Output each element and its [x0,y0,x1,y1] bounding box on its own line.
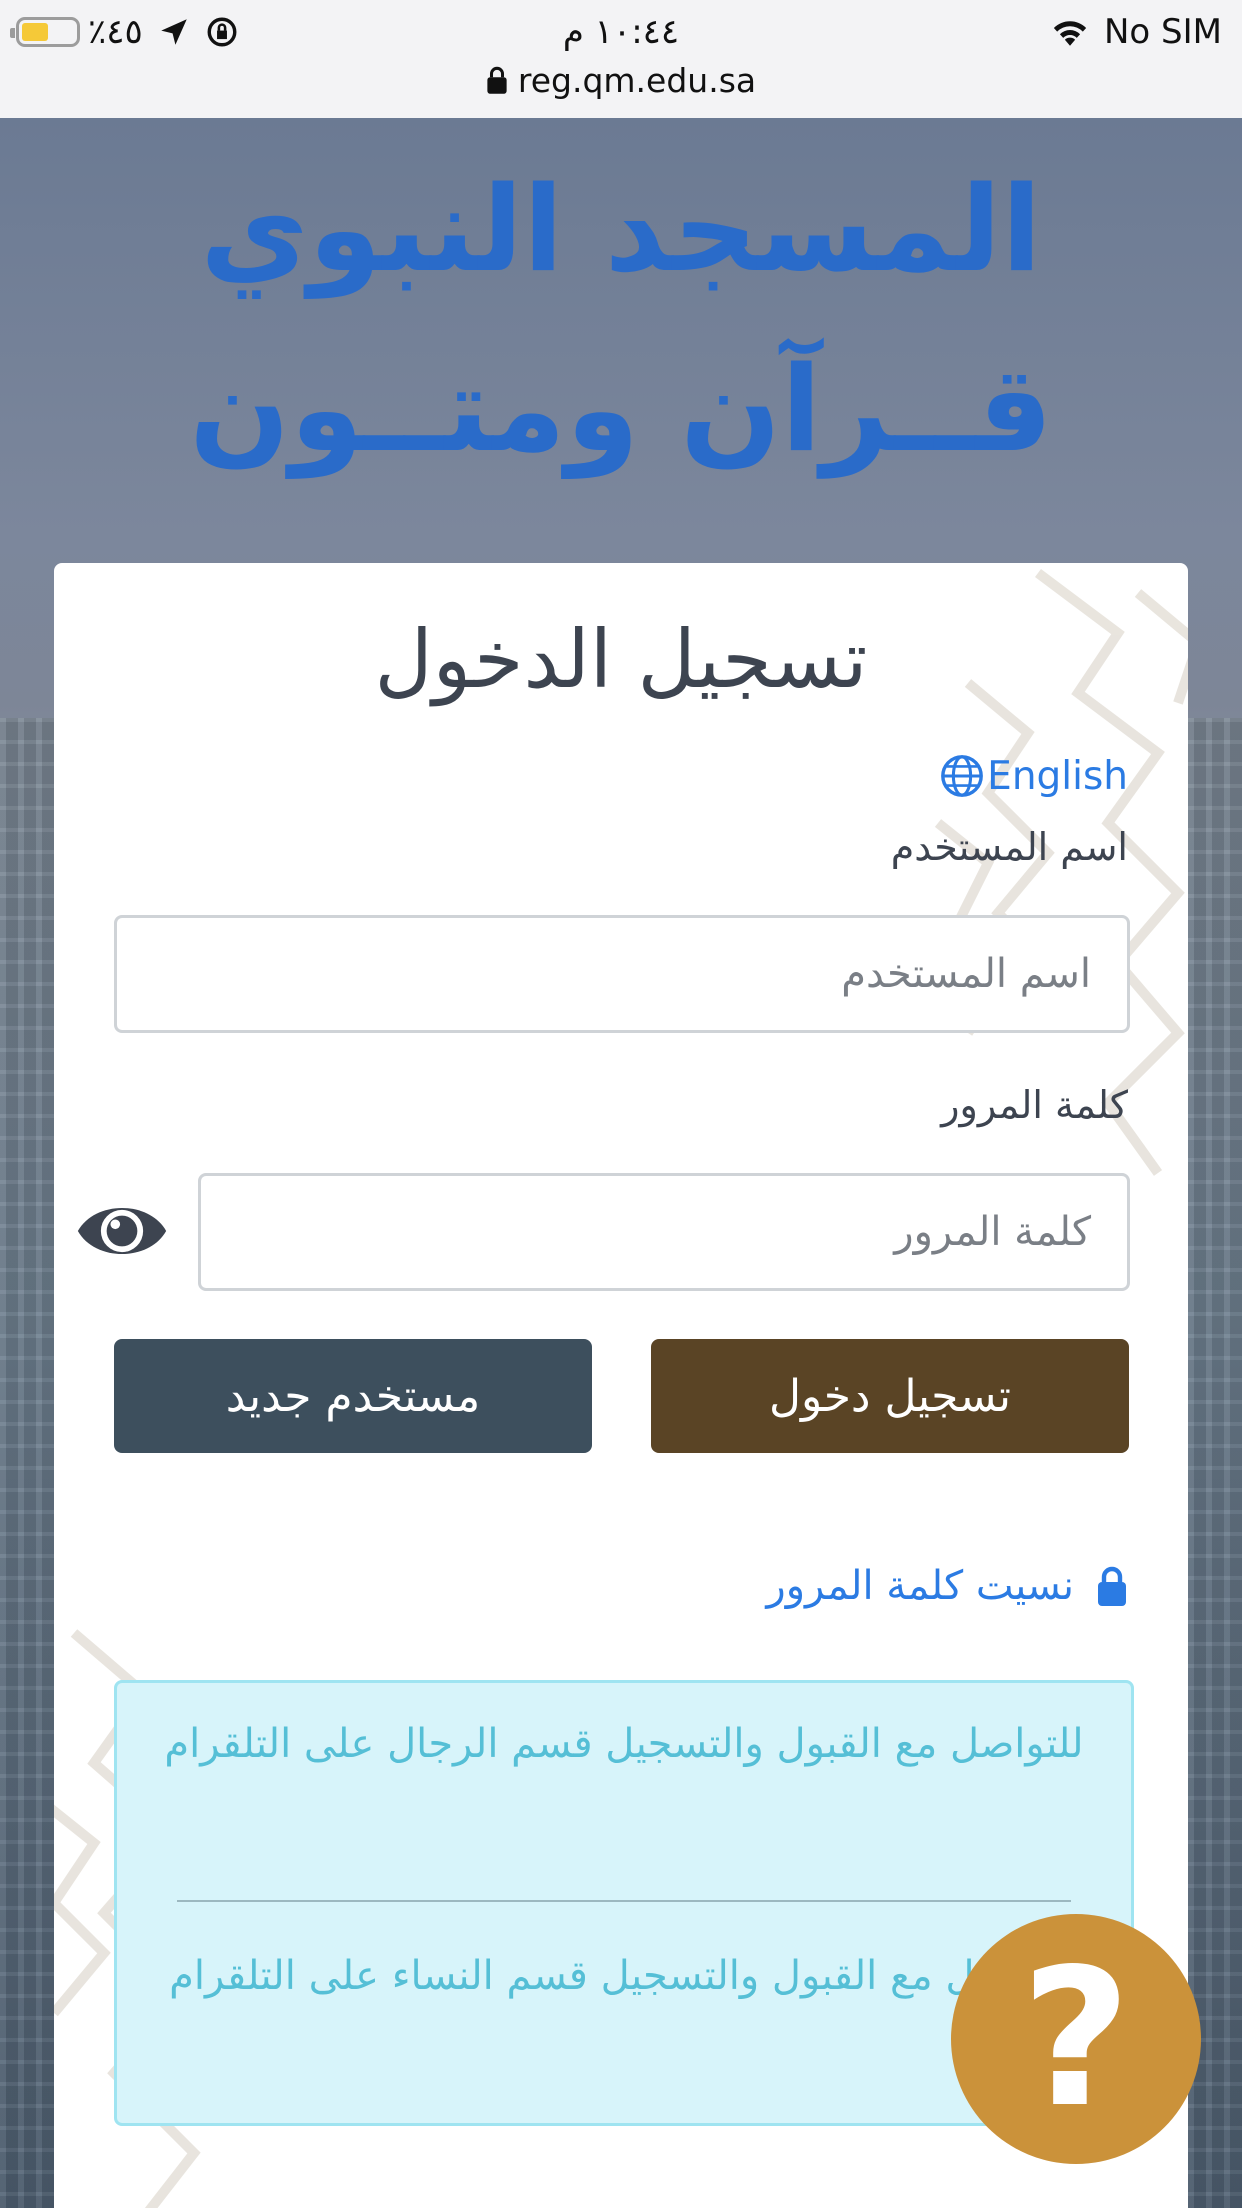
forgot-password-label: نسيت كلمة المرور [766,1563,1074,1609]
username-label: اسم المستخدم [890,825,1128,869]
status-right: No SIM [1048,12,1222,52]
password-label: كلمة المرور [941,1083,1128,1127]
carrier-label: No SIM [1104,12,1222,52]
status-time: ١٠:٤٤ م [562,12,680,52]
contact-men-link[interactable]: للتواصل مع القبول والتسجيل قسم الرجال عل… [157,1711,1091,1777]
username-input[interactable]: اسم المستخدم [114,915,1130,1033]
language-switch-link[interactable]: English [939,753,1128,799]
password-input[interactable]: كلمة المرور [198,1173,1130,1291]
show-password-eye-icon[interactable] [74,1183,170,1279]
url-text: reg.qm.edu.sa [517,60,757,100]
lock-icon [487,66,507,94]
hero-title-line2: قــرآن ومتــون [189,340,1053,478]
new-user-button[interactable]: مستخدم جديد [114,1339,592,1453]
login-title: تسجيل الدخول [374,613,868,706]
wifi-icon [1053,21,1087,46]
login-button[interactable]: تسجيل دخول [651,1339,1129,1453]
globe-icon [941,755,984,797]
help-button[interactable]: ? [951,1914,1201,2164]
language-link-label: English [987,753,1128,799]
forgot-password-link[interactable]: نسيت كلمة المرور [766,1563,1128,1609]
hero-title-line1: المسجد النبوي [200,160,1042,298]
contact-women-link[interactable]: للتواصل مع القبول والتسجيل قسم النساء عل… [157,1943,1091,2009]
address-bar[interactable]: reg.qm.edu.sa [0,58,1242,102]
lock-icon [1098,1566,1126,1606]
status-bar: ٪٤٥ ١٠:٤٤ م No SIM reg.qm.edu.sa [0,0,1242,119]
divider [177,1900,1071,1902]
